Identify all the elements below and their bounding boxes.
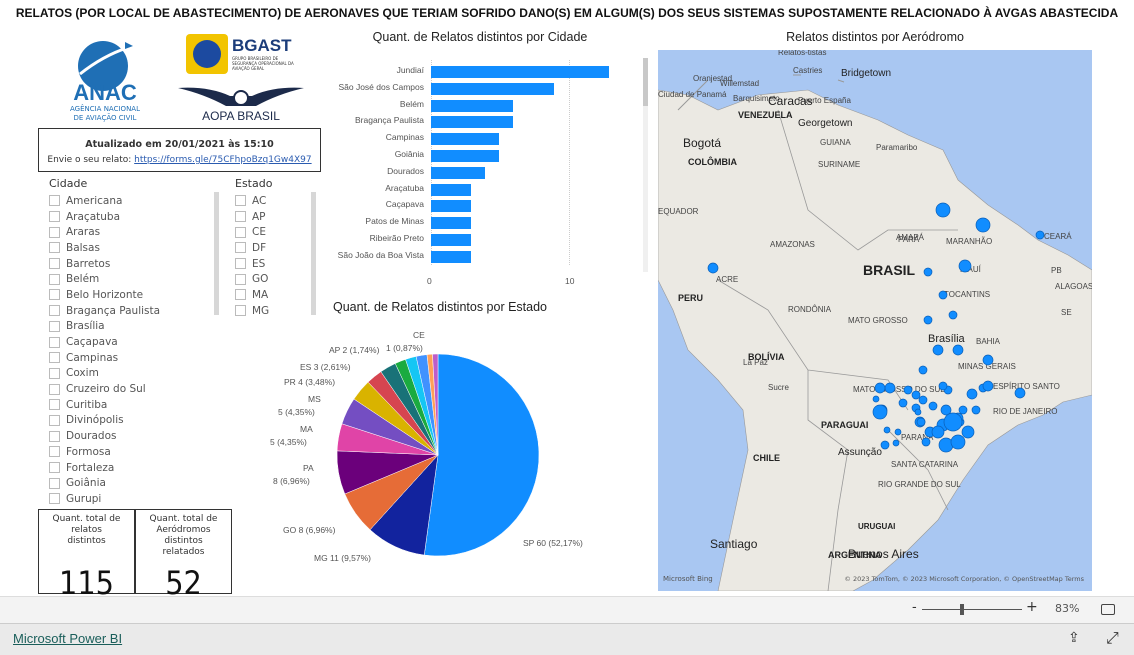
pie-data-label-value: 5 (4,35%) — [278, 407, 315, 417]
pie-data-label: PA — [303, 463, 314, 473]
aerodrome-bubble[interactable] — [966, 388, 978, 400]
aerodrome-bubble[interactable] — [911, 390, 921, 400]
zoom-bar: - + 83% — [0, 596, 1134, 624]
pie-data-label: GO 8 (6,96%) — [283, 525, 336, 535]
aerodrome-bubble[interactable] — [948, 310, 958, 320]
fit-to-page-icon[interactable] — [1101, 604, 1115, 615]
aerodrome-bubble[interactable] — [903, 385, 913, 395]
pie-data-label: ES 3 (2,61%) — [300, 362, 351, 372]
pie-data-label: MS — [308, 394, 321, 404]
aerodrome-bubble[interactable] — [898, 398, 908, 408]
pie-slice-sp[interactable] — [423, 353, 540, 557]
aerodrome-bubble[interactable] — [916, 417, 926, 427]
pie-data-label: MG 11 (9,57%) — [314, 553, 372, 563]
aerodrome-bubble[interactable] — [938, 290, 948, 300]
fullscreen-icon[interactable]: ⤢ — [1106, 628, 1119, 648]
pie-data-label: PR 4 (3,48%) — [284, 377, 336, 387]
zoom-level: 83% — [1055, 602, 1080, 615]
aerodrome-bubble[interactable] — [918, 365, 928, 375]
aerodrome-bubble[interactable] — [914, 408, 922, 416]
map-bubbles — [707, 202, 1045, 453]
aerodrome-bubble[interactable] — [938, 381, 948, 391]
aerodrome-bubble[interactable] — [1035, 230, 1045, 240]
aerodrome-bubble[interactable] — [872, 404, 888, 420]
aerodrome-bubble[interactable] — [918, 395, 928, 405]
aerodrome-bubble[interactable] — [883, 426, 891, 434]
pie-chart — [336, 353, 540, 557]
aerodrome-bubble[interactable] — [975, 217, 991, 233]
aerodrome-bubble[interactable] — [894, 428, 902, 436]
pie-data-label-value: 5 (4,35%) — [270, 437, 307, 447]
aerodrome-bubble[interactable] — [921, 437, 931, 447]
bing-logo: Microsoft Bing — [663, 575, 713, 583]
aerodrome-bubble[interactable] — [935, 202, 951, 218]
aerodrome-bubble[interactable] — [892, 439, 900, 447]
powerbi-link[interactable]: Microsoft Power BI — [13, 631, 122, 646]
aerodrome-bubble[interactable] — [950, 434, 966, 450]
map-title: Relatos distintos por Aeródromo — [786, 30, 964, 44]
aerodrome-bubble[interactable] — [923, 315, 933, 325]
aerodrome-bubble[interactable] — [952, 344, 964, 356]
aerodrome-bubble[interactable] — [884, 382, 896, 394]
aerodrome-bubble[interactable] — [958, 259, 972, 273]
map[interactable]: Relatos-tistas Oranjestad Willemstad Castri… — [658, 50, 1092, 591]
zoom-out-button[interactable]: - — [912, 600, 917, 615]
share-icon[interactable]: ⇪ — [1068, 630, 1080, 646]
aerodrome-bubble[interactable] — [880, 440, 890, 450]
aerodrome-bubble[interactable] — [961, 425, 975, 439]
aerodrome-bubble[interactable] — [874, 382, 886, 394]
aerodrome-bubble[interactable] — [928, 401, 938, 411]
zoom-slider-thumb[interactable] — [960, 604, 964, 615]
aerodrome-bubble[interactable] — [982, 354, 994, 366]
zoom-in-button[interactable]: + — [1026, 599, 1038, 615]
pie-data-label: 1 (0,87%) — [386, 343, 423, 353]
aerodrome-bubble[interactable] — [923, 267, 933, 277]
aerodrome-bubble[interactable] — [971, 405, 981, 415]
aerodrome-bubble[interactable] — [707, 262, 719, 274]
footer — [0, 624, 1134, 655]
pie-data-label: MA — [300, 424, 313, 434]
aerodrome-bubble[interactable] — [931, 425, 945, 439]
aerodrome-bubble[interactable] — [872, 395, 880, 403]
map-attribution[interactable]: © 2023 TomTom, © 2023 Microsoft Corporat… — [844, 575, 1084, 583]
zoom-slider[interactable] — [922, 604, 1022, 615]
pie-data-label: SP 60 (52,17%) — [523, 538, 583, 548]
aerodrome-bubble[interactable] — [932, 344, 944, 356]
aerodrome-bubble[interactable] — [958, 405, 968, 415]
pie-data-label: AP 2 (1,74%) — [329, 345, 380, 355]
pie-data-label: CE — [413, 330, 425, 340]
aerodrome-bubble[interactable] — [982, 380, 994, 392]
aerodrome-bubble[interactable] — [1014, 387, 1026, 399]
pie-data-label-value: 8 (6,96%) — [273, 476, 310, 486]
aerodrome-bubble[interactable] — [943, 412, 963, 432]
